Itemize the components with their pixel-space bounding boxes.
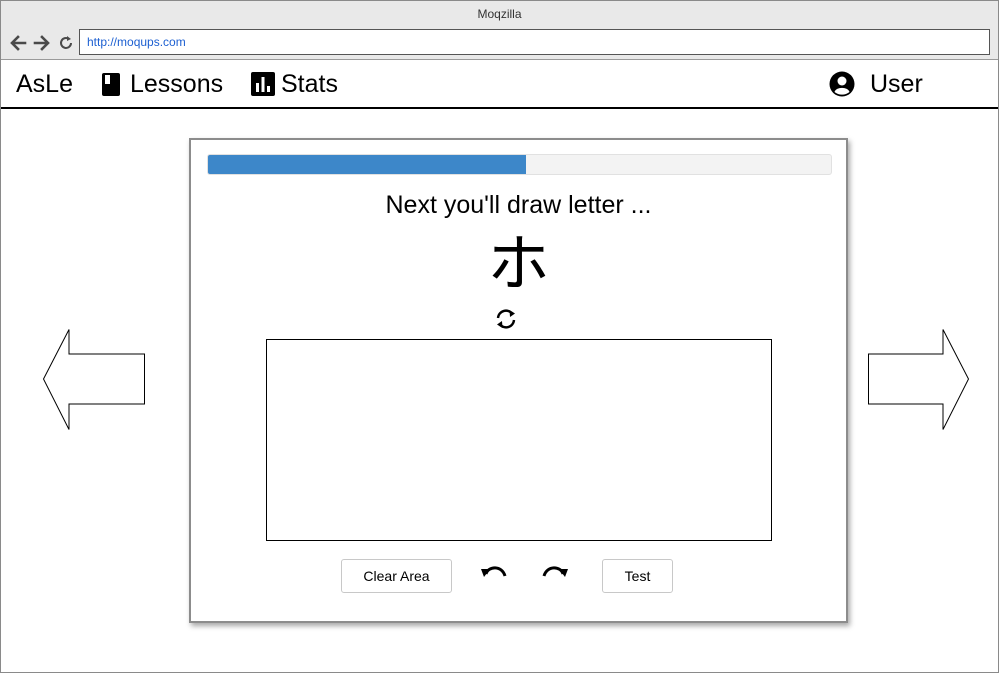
- progress-bar: [207, 154, 832, 175]
- test-button[interactable]: Test: [602, 559, 673, 593]
- nav-user-label: User: [870, 69, 923, 98]
- nav-lessons[interactable]: Lessons: [101, 69, 223, 99]
- nav-stats-label: Stats: [281, 69, 338, 98]
- user-circle-icon: [829, 71, 855, 97]
- forward-button[interactable]: [32, 32, 52, 54]
- reload-icon: [60, 36, 72, 49]
- clear-area-button[interactable]: Clear Area: [341, 559, 452, 593]
- url-input[interactable]: http://moqups.com: [79, 29, 990, 55]
- progress-fill: [208, 155, 526, 174]
- lesson-card: Next you'll draw letter ... ホ Clear Area…: [189, 138, 848, 623]
- arrow-left-icon: [10, 35, 27, 51]
- refresh-icon[interactable]: [494, 307, 518, 331]
- undo-icon[interactable]: [480, 562, 508, 586]
- nav-stats[interactable]: Stats: [251, 69, 338, 99]
- browser-window: Moqzilla http://moqups.com AsLe Lessons …: [0, 0, 999, 673]
- nav-lessons-label: Lessons: [130, 69, 224, 98]
- arrow-right-icon: [33, 35, 50, 51]
- book-icon: [101, 72, 121, 97]
- drawing-canvas[interactable]: [266, 339, 772, 541]
- browser-toolbar: http://moqups.com: [1, 28, 998, 60]
- window-title: Moqzilla: [1, 1, 998, 28]
- nav-user[interactable]: User: [829, 69, 923, 99]
- brand-logo[interactable]: AsLe: [16, 69, 73, 99]
- bar-chart-icon: [251, 72, 275, 96]
- arrow-left-outline-icon[interactable]: [42, 328, 147, 431]
- prompt-text: Next you'll draw letter ...: [385, 191, 652, 219]
- target-letter: ホ: [487, 227, 550, 300]
- reload-button[interactable]: [56, 32, 76, 54]
- app-navbar: AsLe Lessons Stats User: [1, 61, 998, 109]
- redo-icon[interactable]: [541, 562, 569, 586]
- back-button[interactable]: [8, 32, 28, 54]
- arrow-right-outline-icon[interactable]: [867, 328, 972, 431]
